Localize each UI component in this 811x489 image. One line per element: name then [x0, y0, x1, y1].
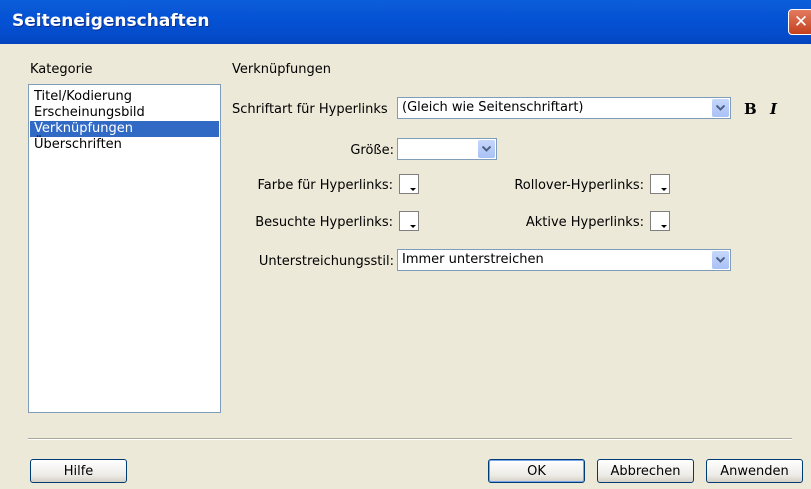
underline-style-value: Immer unterstreichen [402, 252, 544, 267]
category-item-headings[interactable]: Überschriften [30, 137, 219, 153]
apply-button[interactable]: Anwenden [706, 459, 803, 483]
category-list[interactable]: Titel/Kodierung Erscheinungsbild Verknüp… [28, 84, 221, 413]
link-color-swatch[interactable] [399, 174, 419, 194]
rollover-color-swatch[interactable] [650, 174, 670, 194]
link-font-value: (Gleich wie Seitenschriftart) [402, 100, 584, 115]
visited-color-label: Besuchte Hyperlinks: [255, 215, 393, 230]
link-color-label: Farbe für Hyperlinks: [257, 178, 393, 193]
cancel-button[interactable]: Abbrechen [597, 459, 694, 483]
bold-button[interactable]: B [744, 100, 757, 118]
rollover-color-label: Rollover-Hyperlinks: [514, 178, 644, 193]
close-button[interactable]: ✕ [788, 9, 811, 35]
help-button[interactable]: Hilfe [30, 459, 127, 483]
ok-button[interactable]: OK [488, 459, 585, 483]
window-title: Seiteneigenschaften [12, 11, 210, 31]
title-bar[interactable]: Seiteneigenschaften ✕ [0, 0, 811, 44]
size-label: Größe: [350, 143, 394, 158]
category-item-title-encoding[interactable]: Titel/Kodierung [30, 89, 219, 105]
italic-button[interactable]: I [770, 100, 777, 118]
footer-divider [28, 438, 792, 440]
link-font-label: Schriftart für Hyperlinks [232, 102, 388, 117]
visited-color-swatch[interactable] [399, 211, 419, 231]
category-item-appearance[interactable]: Erscheinungsbild [30, 105, 219, 121]
chevron-down-icon[interactable] [478, 140, 495, 158]
underline-style-label: Unterstreichungsstil: [258, 254, 394, 269]
underline-style-select[interactable]: Immer unterstreichen [397, 249, 731, 271]
link-font-select[interactable]: (Gleich wie Seitenschriftart) [397, 97, 731, 119]
size-select[interactable] [397, 138, 497, 160]
chevron-down-icon[interactable] [712, 99, 729, 117]
section-title: Verknüpfungen [232, 62, 332, 77]
chevron-down-icon[interactable] [712, 251, 729, 269]
active-color-swatch[interactable] [650, 211, 670, 231]
close-icon: ✕ [793, 12, 809, 32]
category-label: Kategorie [30, 62, 93, 77]
category-item-links[interactable]: Verknüpfungen [30, 121, 219, 137]
active-color-label: Aktive Hyperlinks: [525, 215, 644, 230]
